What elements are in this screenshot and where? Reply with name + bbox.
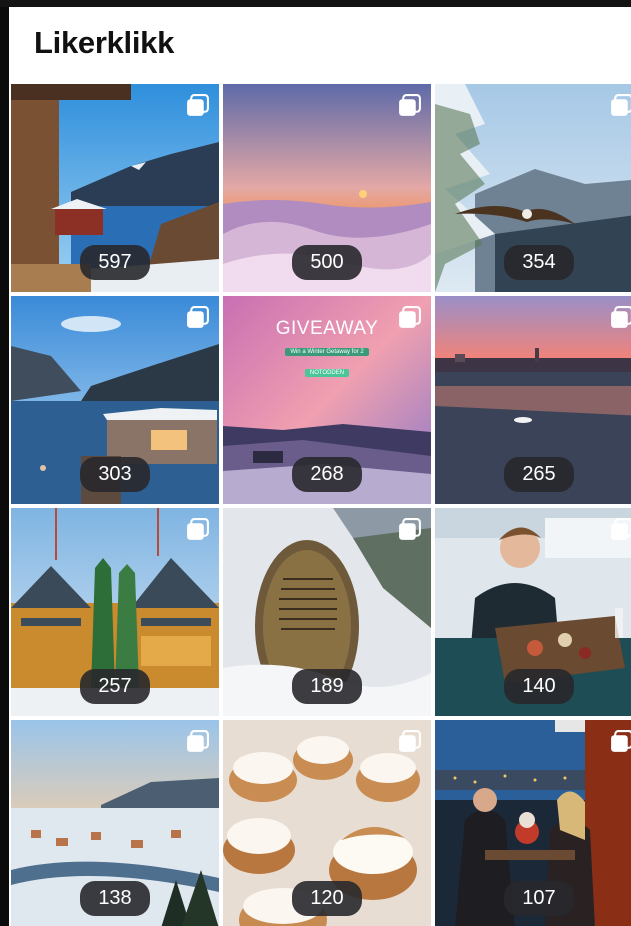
post-tile[interactable]: 107 <box>435 720 631 926</box>
multi-image-icon <box>609 305 631 330</box>
photo-grid: 597 500 354 303 GIVEAWAY Win a Winter Ge… <box>11 84 631 926</box>
like-count-badge: 120 <box>292 881 362 916</box>
giveaway-subtitle: Win a Winter Getaway for 2 <box>285 348 369 356</box>
multi-image-icon <box>397 517 422 542</box>
like-count-badge: 354 <box>504 245 574 280</box>
like-count-badge: 597 <box>80 245 150 280</box>
multi-image-icon <box>185 729 210 754</box>
like-count-badge: 189 <box>292 669 362 704</box>
location-tag: NOTODDEN <box>304 369 350 377</box>
like-count-badge: 140 <box>504 669 574 704</box>
multi-image-icon <box>185 93 210 118</box>
like-count-badge: 268 <box>292 457 362 492</box>
post-tile[interactable]: 265 <box>435 296 631 504</box>
multi-image-icon <box>609 729 631 754</box>
post-tile[interactable]: 257 <box>11 508 219 716</box>
post-tile[interactable]: GIVEAWAY Win a Winter Getaway for 2 NOTO… <box>223 296 431 504</box>
multi-image-icon <box>397 93 422 118</box>
multi-image-icon <box>397 729 422 754</box>
post-tile[interactable]: 354 <box>435 84 631 292</box>
page-title: Likerklikk <box>34 25 175 60</box>
like-count-badge: 265 <box>504 457 574 492</box>
like-count-badge: 257 <box>80 669 150 704</box>
like-count-badge: 303 <box>80 457 150 492</box>
post-tile[interactable]: 189 <box>223 508 431 716</box>
gallery-panel: Likerklikk 597 500 354 303 GIVEAWAY Win … <box>9 7 631 926</box>
multi-image-icon <box>185 517 210 542</box>
multi-image-icon <box>397 305 422 330</box>
multi-image-icon <box>185 305 210 330</box>
post-tile[interactable]: 500 <box>223 84 431 292</box>
like-count-badge: 138 <box>80 881 150 916</box>
multi-image-icon <box>609 517 631 542</box>
post-tile[interactable]: 597 <box>11 84 219 292</box>
like-count-badge: 107 <box>504 881 574 916</box>
multi-image-icon <box>609 93 631 118</box>
post-tile[interactable]: 140 <box>435 508 631 716</box>
post-tile[interactable]: 303 <box>11 296 219 504</box>
post-tile[interactable]: 138 <box>11 720 219 926</box>
post-tile[interactable]: 120 <box>223 720 431 926</box>
like-count-badge: 500 <box>292 245 362 280</box>
window-top-bar <box>0 0 631 7</box>
